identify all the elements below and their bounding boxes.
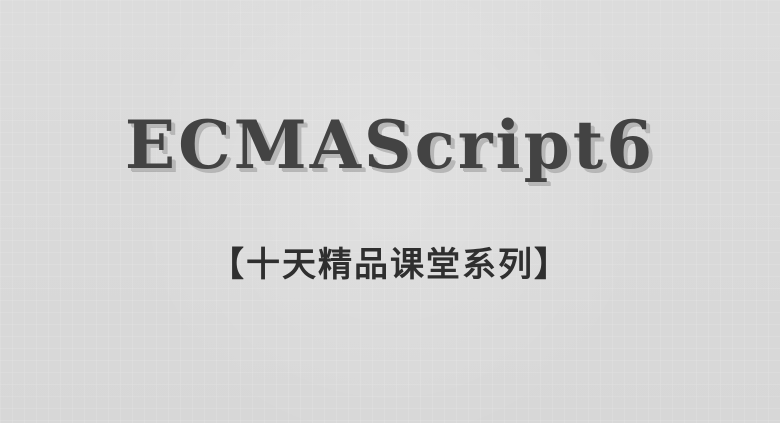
banner-subtitle: 【十天精品课堂系列】 [210,245,570,285]
background-grid [0,0,780,423]
banner-title: ECMAScript6 [124,106,656,184]
course-banner: ECMAScript6 【十天精品课堂系列】 [0,0,780,423]
